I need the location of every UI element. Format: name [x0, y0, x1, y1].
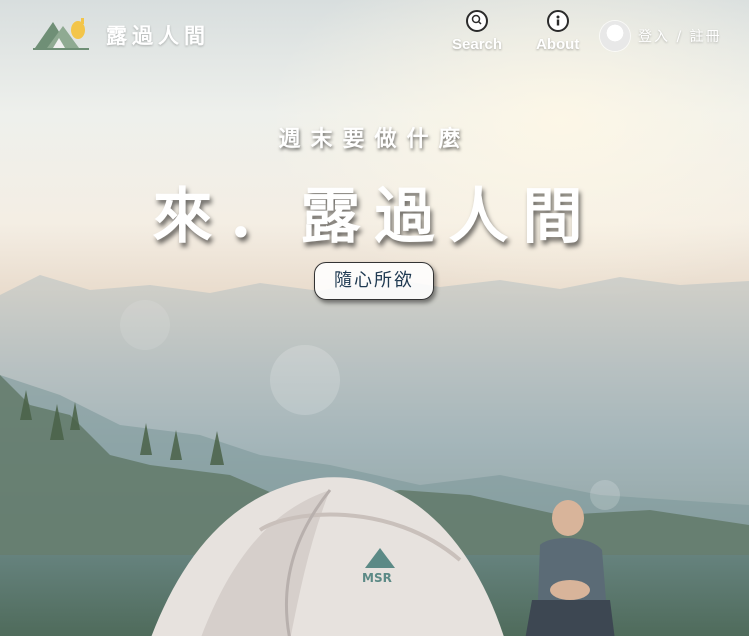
lens-flare — [270, 345, 340, 415]
hero-headline: 來．露過人間 — [152, 182, 597, 252]
info-icon — [546, 10, 569, 32]
tent-logo-icon[interactable] — [33, 16, 91, 52]
tent-brand-text: MSR — [362, 571, 392, 585]
user-avatar-icon[interactable] — [600, 21, 630, 51]
hero-subtitle: 週末要做什麼 — [278, 127, 471, 152]
person-illustration — [525, 500, 615, 636]
nav-search[interactable]: Search — [452, 10, 502, 53]
map-pin-search-icon — [466, 10, 489, 32]
top-navbar: 露過人間 Search About 登入 / 註冊 — [0, 0, 749, 70]
nav-about-label: About — [536, 36, 580, 53]
lens-flare — [120, 300, 170, 350]
login-register-link[interactable]: 登入 / 註冊 — [638, 26, 722, 46]
explore-button[interactable]: 隨心所欲 — [314, 262, 434, 300]
tent-illustration: MSR — [151, 477, 504, 636]
nav-search-label: Search — [452, 36, 503, 53]
nav-about[interactable]: About — [536, 10, 579, 53]
hero-background: MSR — [0, 0, 749, 636]
brand-name[interactable]: 露過人間 — [106, 20, 210, 50]
lens-flare — [590, 480, 620, 510]
